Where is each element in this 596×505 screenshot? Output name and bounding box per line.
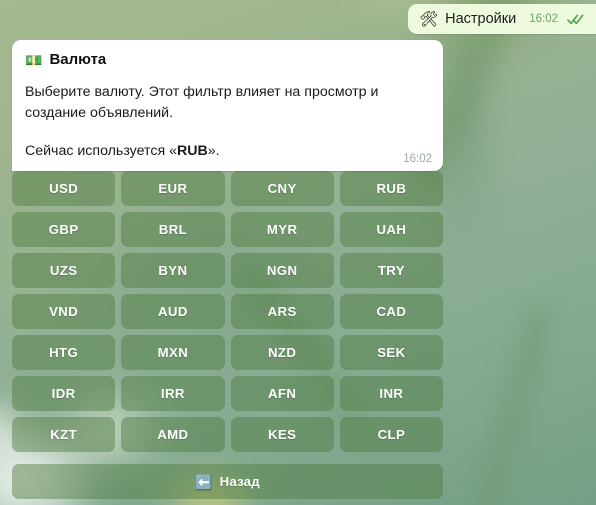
currency-button-uah[interactable]: UAH	[339, 212, 443, 247]
hammer-and-wrench-icon: 🛠	[419, 10, 439, 28]
outgoing-message-row: 🛠 Настройки 16:02	[408, 4, 596, 34]
currency-button-ngn[interactable]: NGN	[230, 253, 334, 288]
currency-button-uzs[interactable]: UZS	[12, 253, 116, 288]
message-title-text: Валюта	[49, 51, 107, 68]
currency-button-kes[interactable]: KES	[230, 417, 334, 452]
currency-button-vnd[interactable]: VND	[12, 294, 116, 329]
currency-button-amd[interactable]: AMD	[121, 417, 225, 452]
message-paragraph-description: Выберите валюту. Этот фильтр влияет на п…	[25, 84, 379, 121]
currency-button-myr[interactable]: MYR	[230, 212, 334, 247]
currency-button-cny[interactable]: CNY	[230, 171, 334, 206]
currency-button-cad[interactable]: CAD	[339, 294, 443, 329]
currency-button-try[interactable]: TRY	[339, 253, 443, 288]
currency-button-clp[interactable]: CLP	[339, 417, 443, 452]
currency-button-irr[interactable]: IRR	[121, 376, 225, 411]
currency-button-byn[interactable]: BYN	[121, 253, 225, 288]
banknote-icon: 💵	[25, 51, 43, 68]
keyboard-row: IDR IRR AFN INR	[12, 376, 443, 411]
read-receipt-double-check-icon	[567, 14, 584, 24]
inline-keyboard: USD EUR CNY RUB GBP BRL MYR UAH UZS BYN …	[12, 171, 443, 499]
message-title: 💵 Валюта	[25, 51, 430, 68]
left-arrow-icon: ⬅️	[195, 473, 213, 490]
back-button[interactable]: ⬅️ Назад	[12, 464, 443, 499]
keyboard-row: UZS BYN NGN TRY	[12, 253, 443, 288]
currency-button-inr[interactable]: INR	[339, 376, 443, 411]
incoming-message-time: 16:02	[403, 152, 432, 165]
keyboard-row: HTG MXN NZD SEK	[12, 335, 443, 370]
currency-button-rub[interactable]: RUB	[339, 171, 443, 206]
keyboard-row: VND AUD ARS CAD	[12, 294, 443, 329]
outgoing-message-text: Настройки	[445, 11, 517, 27]
currency-button-nzd[interactable]: NZD	[230, 335, 334, 370]
chat-surface: 🛠 Настройки 16:02 💵 Валюта Выберите валю…	[0, 0, 596, 505]
currency-button-htg[interactable]: HTG	[12, 335, 116, 370]
current-currency-prefix: Сейчас используется «	[25, 142, 177, 159]
currency-button-idr[interactable]: IDR	[12, 376, 116, 411]
currency-button-gbp[interactable]: GBP	[12, 212, 116, 247]
outgoing-message-time: 16:02	[529, 13, 558, 25]
currency-button-eur[interactable]: EUR	[121, 171, 225, 206]
keyboard-row: GBP BRL MYR UAH	[12, 212, 443, 247]
currency-button-mxn[interactable]: MXN	[121, 335, 225, 370]
currency-button-sek[interactable]: SEK	[339, 335, 443, 370]
currency-button-usd[interactable]: USD	[12, 171, 116, 206]
keyboard-row: USD EUR CNY RUB	[12, 171, 443, 206]
currency-button-afn[interactable]: AFN	[230, 376, 334, 411]
currency-button-ars[interactable]: ARS	[230, 294, 334, 329]
keyboard-row: KZT AMD KES CLP	[12, 417, 443, 452]
incoming-message-bubble[interactable]: 💵 Валюта Выберите валюту. Этот фильтр вл…	[12, 40, 443, 171]
back-button-label: Назад	[219, 474, 260, 489]
message-paragraph-current-currency: Сейчас используется «RUB».	[25, 141, 430, 162]
currency-button-aud[interactable]: AUD	[121, 294, 225, 329]
current-currency-value: RUB	[176, 142, 208, 159]
keyboard-row-back: ⬅️ Назад	[12, 464, 443, 499]
currency-button-brl[interactable]: BRL	[121, 212, 225, 247]
current-currency-suffix: ».	[207, 142, 220, 159]
outgoing-message-bubble[interactable]: 🛠 Настройки 16:02	[408, 4, 596, 34]
currency-button-kzt[interactable]: KZT	[12, 417, 116, 452]
